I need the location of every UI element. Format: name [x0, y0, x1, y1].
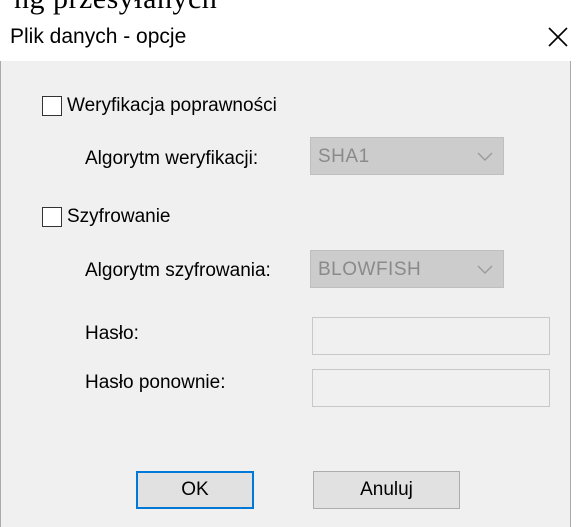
ok-button[interactable]: OK — [136, 471, 254, 509]
verification-algorithm-label: Algorytm weryfikacji: — [85, 148, 259, 169]
encryption-algorithm-select[interactable]: BLOWFISH — [310, 250, 504, 288]
dialog-left-border — [0, 61, 1, 527]
encryption-algorithm-value: BLOWFISH — [318, 259, 422, 280]
password-field[interactable] — [312, 317, 550, 355]
verification-algorithm-value: SHA1 — [318, 146, 370, 167]
cancel-button[interactable]: Anuluj — [313, 471, 460, 509]
cancel-button-label: Anuluj — [360, 479, 413, 500]
password-repeat-field[interactable] — [312, 369, 550, 407]
ok-button-label: OK — [181, 479, 209, 500]
chevron-down-icon — [477, 152, 493, 161]
title-bar[interactable]: Plik danych - opcje — [0, 17, 581, 61]
verification-checkbox[interactable] — [42, 96, 62, 116]
encryption-checkbox-row[interactable]: Szyfrowanie — [42, 206, 171, 228]
chevron-down-icon — [477, 265, 493, 274]
encryption-checkbox[interactable] — [42, 207, 62, 227]
dialog-right-edge — [570, 61, 581, 527]
password-repeat-label: Hasło ponownie: — [85, 372, 226, 393]
verification-checkbox-label[interactable]: Weryfikacja poprawności — [67, 95, 277, 117]
encryption-checkbox-label[interactable]: Szyfrowanie — [67, 206, 171, 228]
close-icon — [548, 27, 568, 47]
verification-algorithm-select[interactable]: SHA1 — [310, 137, 504, 175]
encryption-algorithm-label: Algorytm szyfrowania: — [85, 260, 271, 281]
dialog-client-area — [0, 61, 570, 527]
close-button[interactable] — [535, 17, 581, 59]
password-label: Hasło: — [85, 323, 139, 344]
dialog-title: Plik danych - opcje — [10, 25, 187, 48]
data-file-options-dialog: Plik danych - opcje Weryfikacja poprawno… — [0, 0, 581, 527]
verification-checkbox-row[interactable]: Weryfikacja poprawności — [42, 95, 277, 117]
